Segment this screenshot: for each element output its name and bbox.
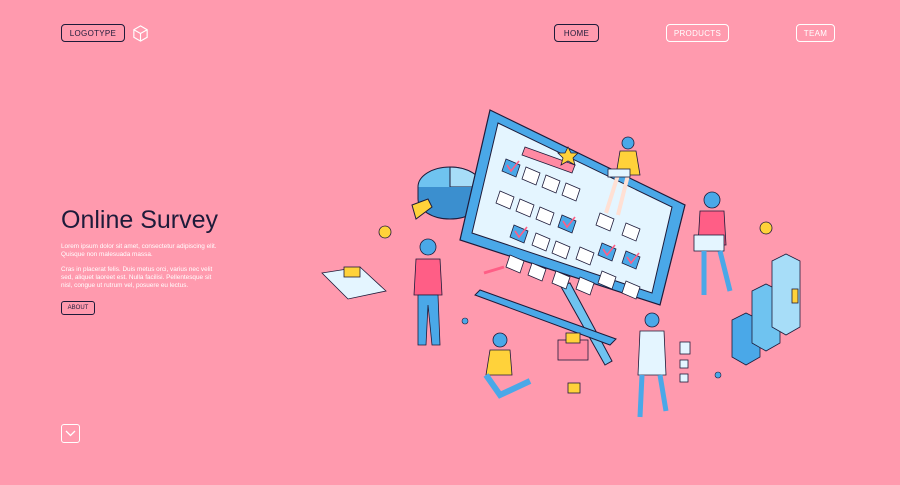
cube-icon [133,25,148,42]
nav-team-button[interactable]: TEAM [796,24,835,42]
scientist-figure [637,312,691,418]
page-title: Online Survey [61,206,219,234]
monitor-illustration [459,109,686,306]
description-paragraph: Cras in placerat felis. Duis metus orci,… [61,266,213,289]
woman-sitting-figure [483,332,532,399]
about-button[interactable]: ABOUT [61,301,95,315]
survey-illustration [321,109,801,418]
scroll-down-button[interactable] [61,424,80,443]
map-illustration [321,266,387,300]
intro-paragraph: Lorem ipsum dolor sit amet, consectetur … [61,243,217,258]
man-with-box-figure [693,191,733,295]
chevron-down-icon [65,430,76,437]
nav-products-button[interactable]: PRODUCTS [666,24,729,42]
man-standing-figure [413,238,443,346]
top-nav: LOGOTYPE HOME PRODUCTS TEAM [0,0,900,66]
nav-home-button[interactable]: HOME [554,24,599,42]
logotype-button[interactable]: LOGOTYPE [61,24,125,42]
bar-chart-illustration [731,253,801,366]
